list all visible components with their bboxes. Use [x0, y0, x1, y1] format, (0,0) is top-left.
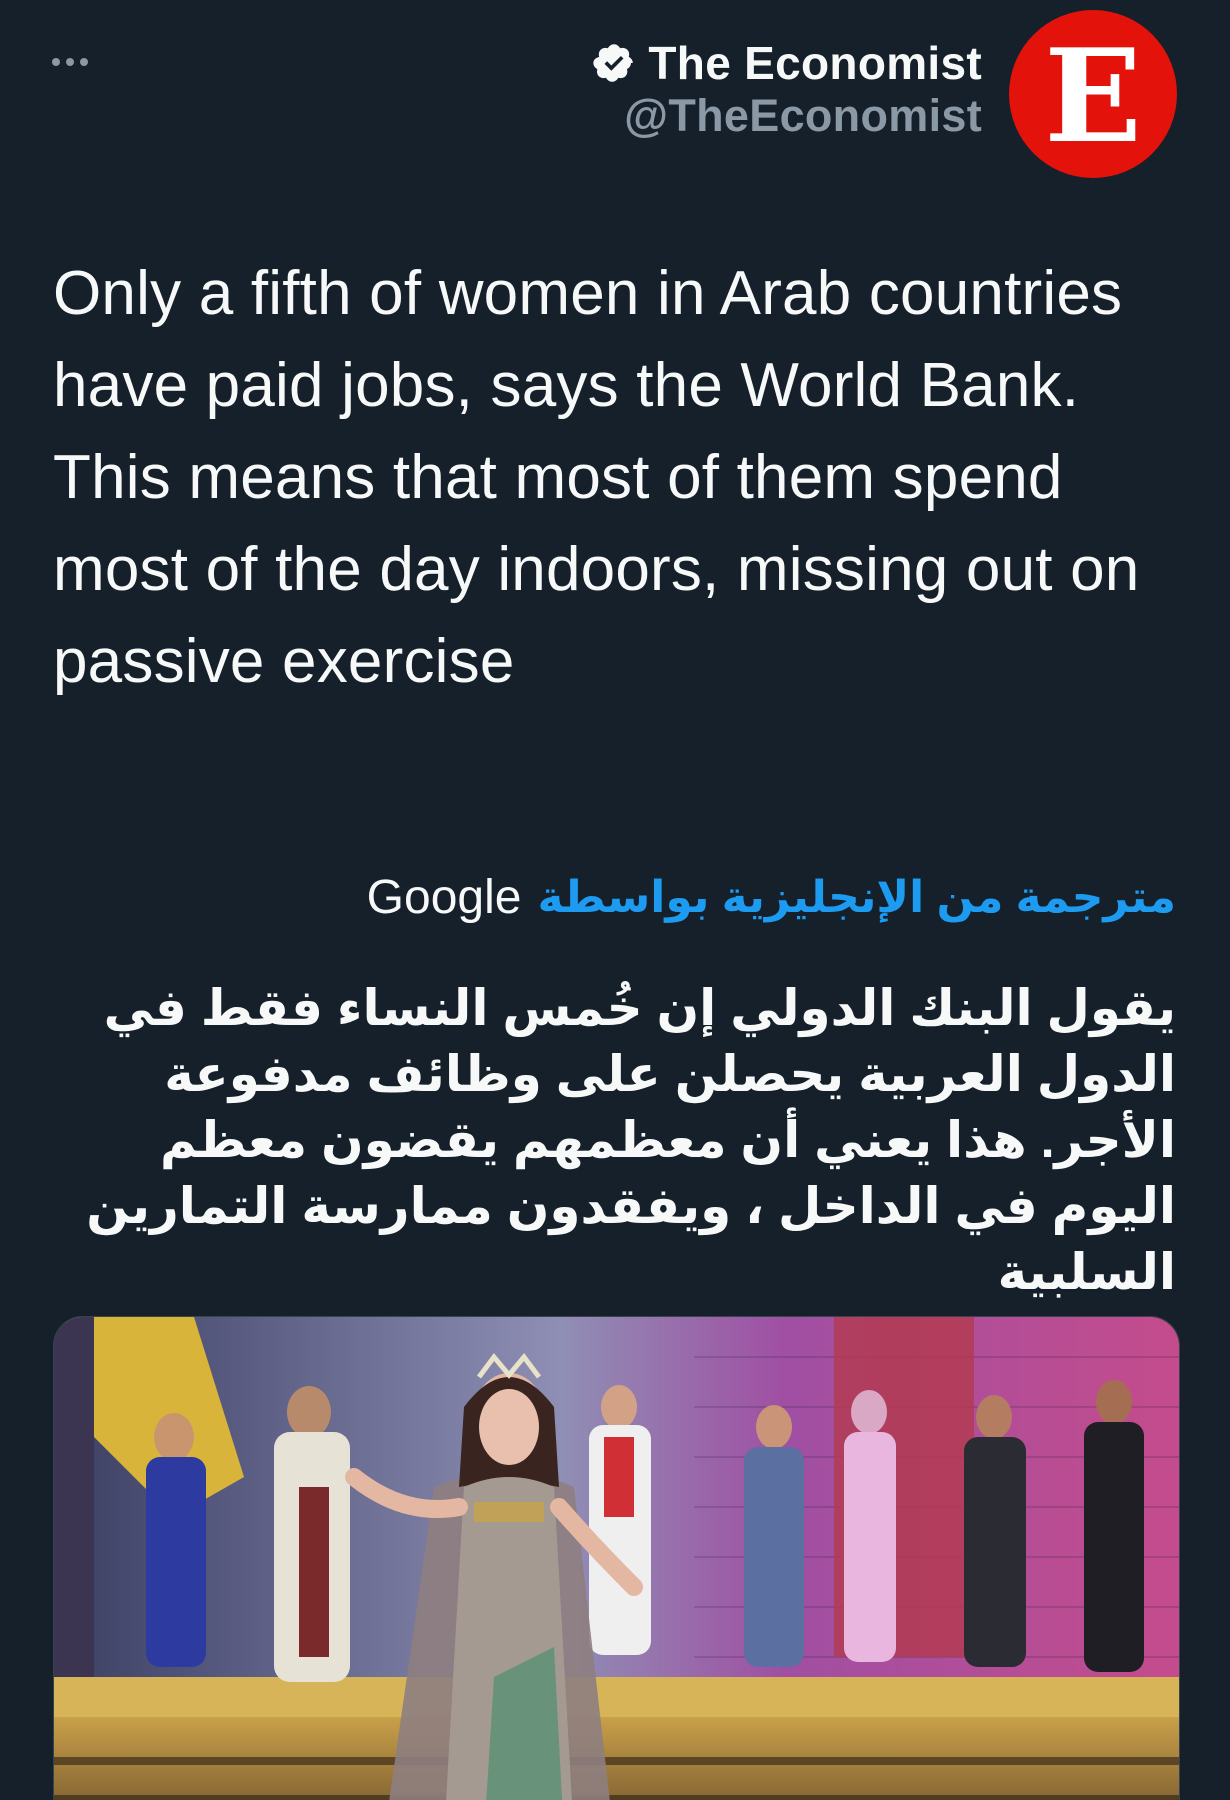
translation-provider: Google	[366, 871, 522, 924]
more-dot	[52, 58, 60, 66]
stage-photo-illustration	[54, 1317, 1179, 1800]
translated-from-link[interactable]: مترجمة من الإنجليزية بواسطة	[537, 872, 1176, 923]
author-info[interactable]: The Economist @TheEconomist	[382, 30, 982, 142]
tweet-text: Only a fifth of women in Arab countries …	[53, 259, 1140, 696]
translated-tweet-text: يقول البنك الدولي إن خُمس النساء فقط في …	[86, 980, 1176, 1300]
more-options-button[interactable]	[52, 44, 112, 80]
more-dot	[66, 58, 74, 66]
tweet-photo[interactable]	[53, 1316, 1180, 1800]
verified-badge-icon	[593, 44, 634, 82]
author-display-name[interactable]: The Economist	[648, 36, 982, 90]
tweet-detail-page: The Economist @TheEconomist E Only a fif…	[0, 0, 1230, 1800]
translation-attribution: Google مترجمة من الإنجليزية بواسطة	[367, 870, 1176, 925]
author-handle[interactable]: @TheEconomist	[382, 90, 982, 142]
avatar-letter: E	[1044, 22, 1142, 172]
more-dot	[80, 58, 88, 66]
author-name-row: The Economist	[382, 30, 982, 96]
avatar[interactable]: E	[1009, 10, 1177, 178]
